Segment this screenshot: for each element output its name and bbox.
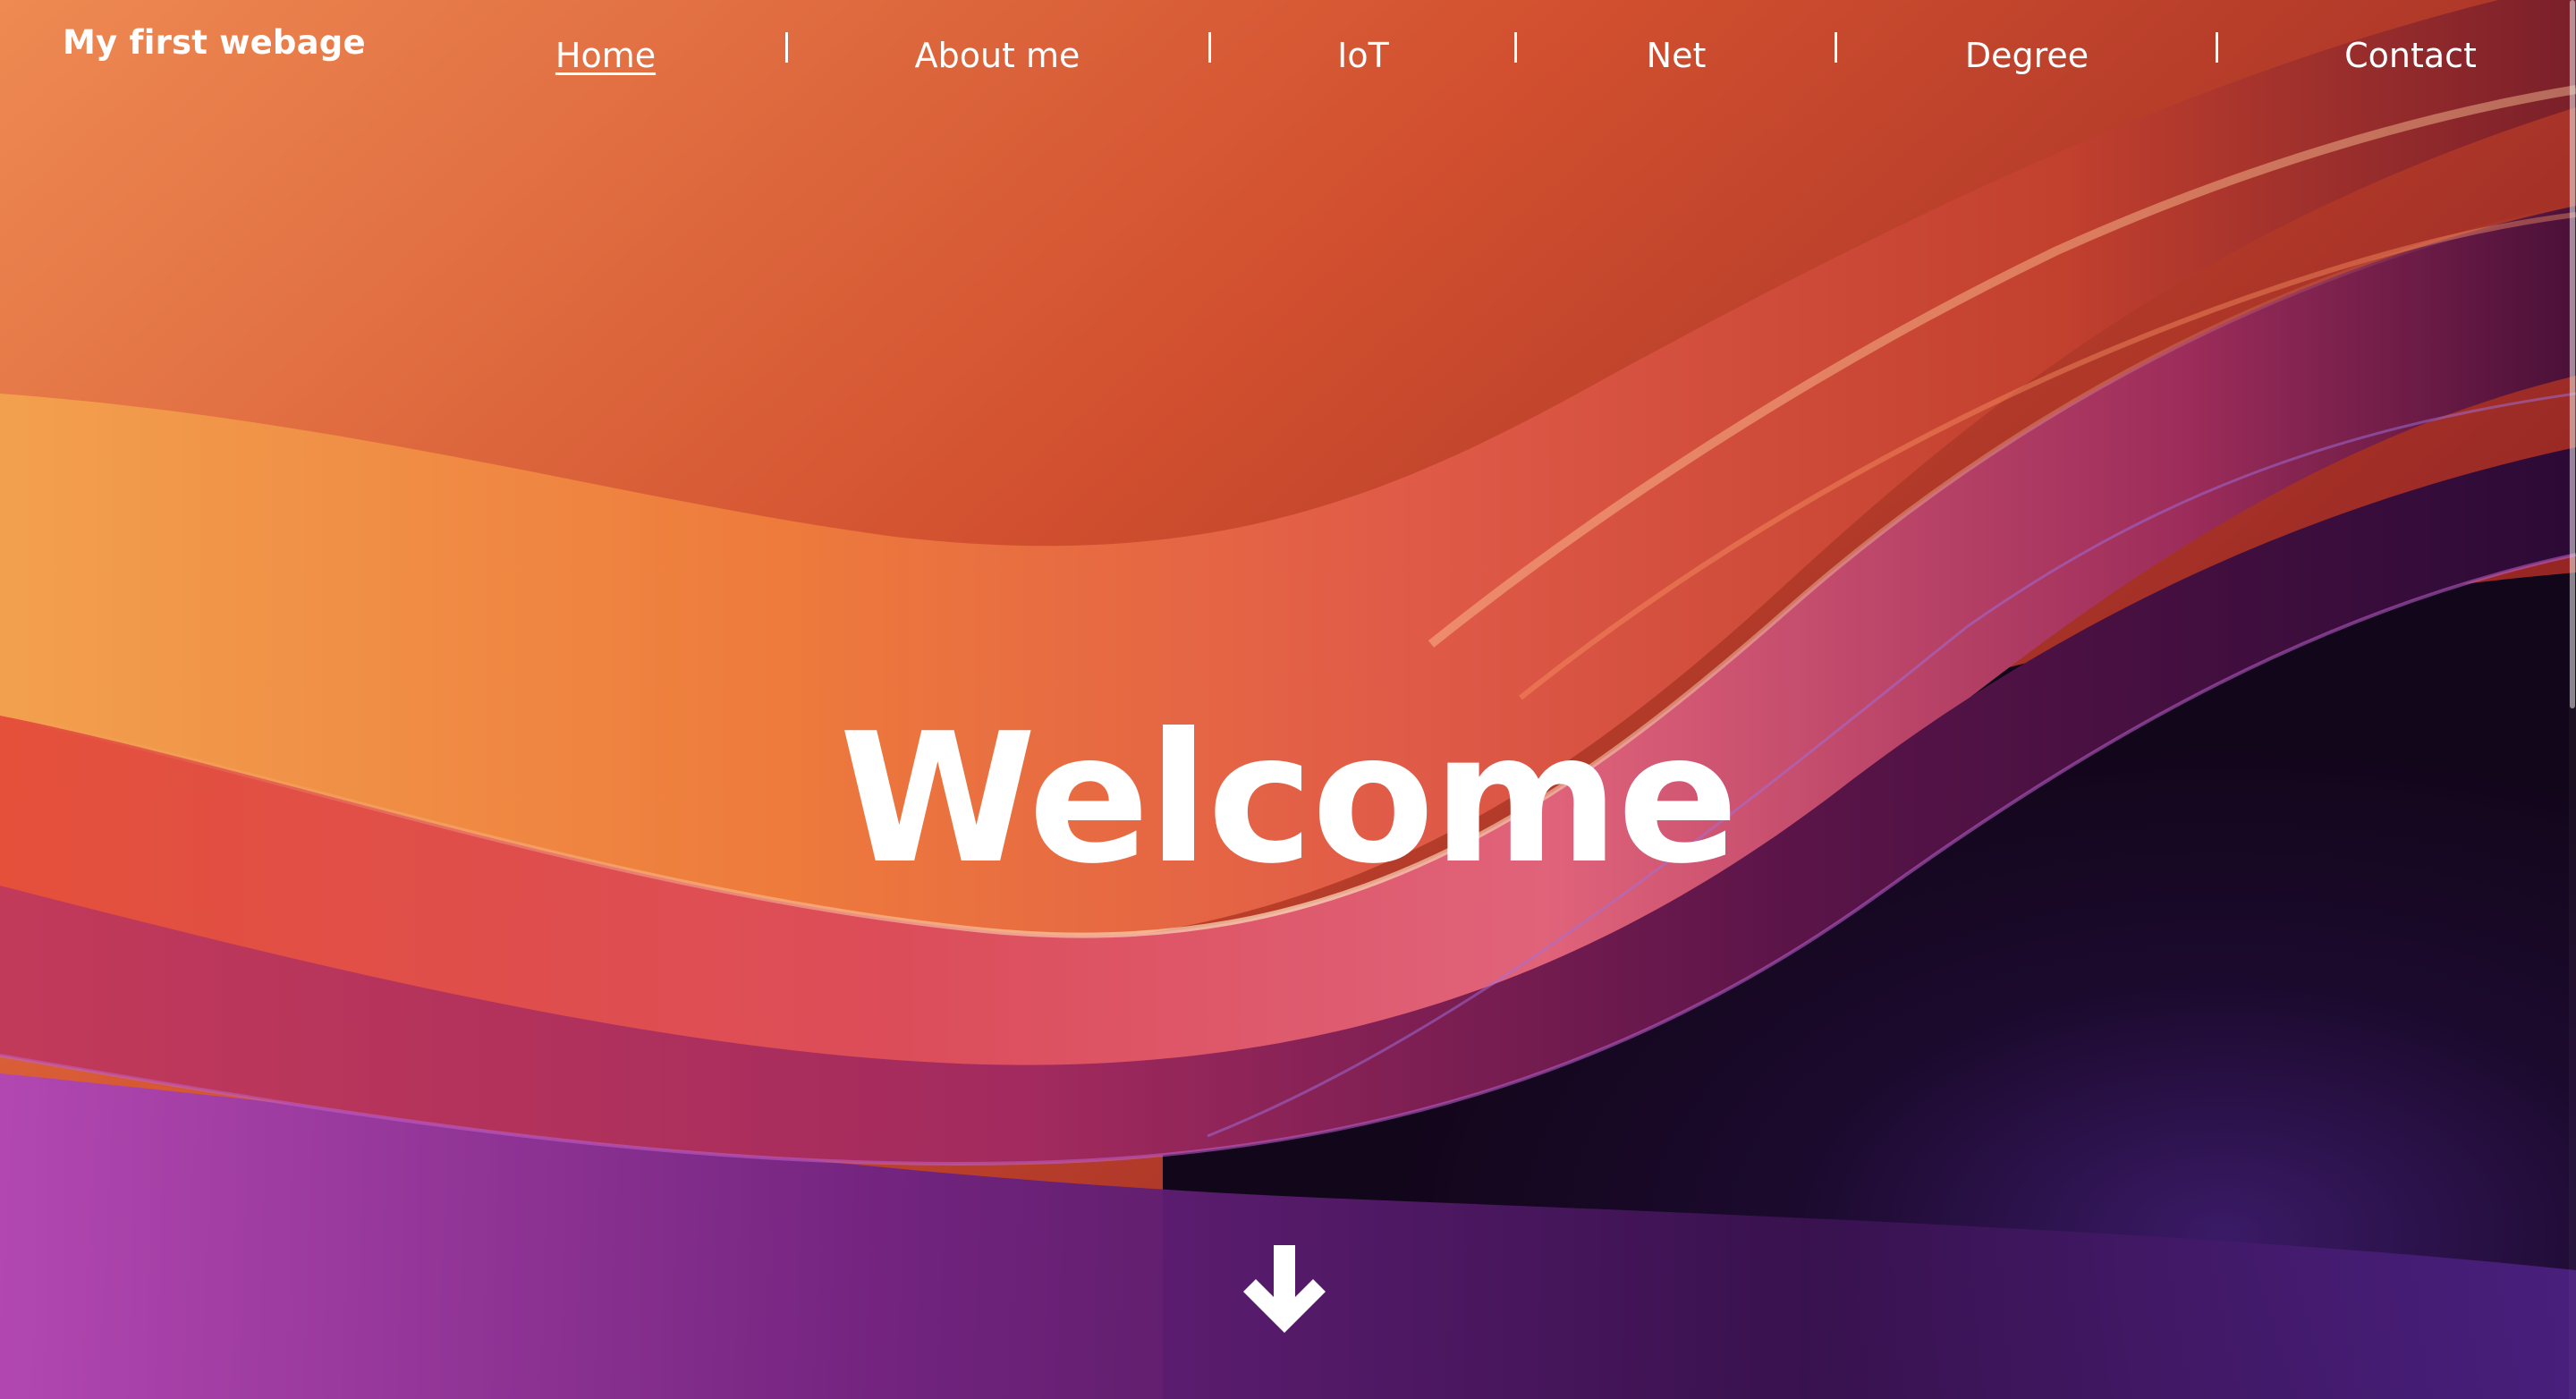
nav-separator (785, 32, 788, 63)
nav-degree[interactable]: Degree (1965, 36, 2089, 75)
nav-contact[interactable]: Contact (2344, 36, 2477, 75)
scroll-down-button[interactable] (1240, 1245, 1329, 1338)
scrollbar-thumb[interactable] (2570, 0, 2575, 708)
nav-separator (1208, 32, 1211, 63)
nav-net[interactable]: Net (1647, 36, 1707, 75)
hero-section: My first webage Home About me IoT Net De… (0, 0, 2576, 1399)
arrow-down-icon (1243, 1245, 1326, 1333)
nav-separator (2216, 32, 2218, 63)
hero-heading: Welcome (839, 695, 1739, 903)
main-nav: Home About me IoT Net Degree Contact (0, 27, 2576, 89)
nav-separator (1514, 32, 1517, 63)
nav-about-me[interactable]: About me (915, 36, 1080, 75)
nav-home[interactable]: Home (555, 36, 656, 75)
nav-iot[interactable]: IoT (1337, 36, 1389, 75)
nav-separator (1835, 32, 1837, 63)
scrollbar-track[interactable] (2569, 0, 2576, 1399)
